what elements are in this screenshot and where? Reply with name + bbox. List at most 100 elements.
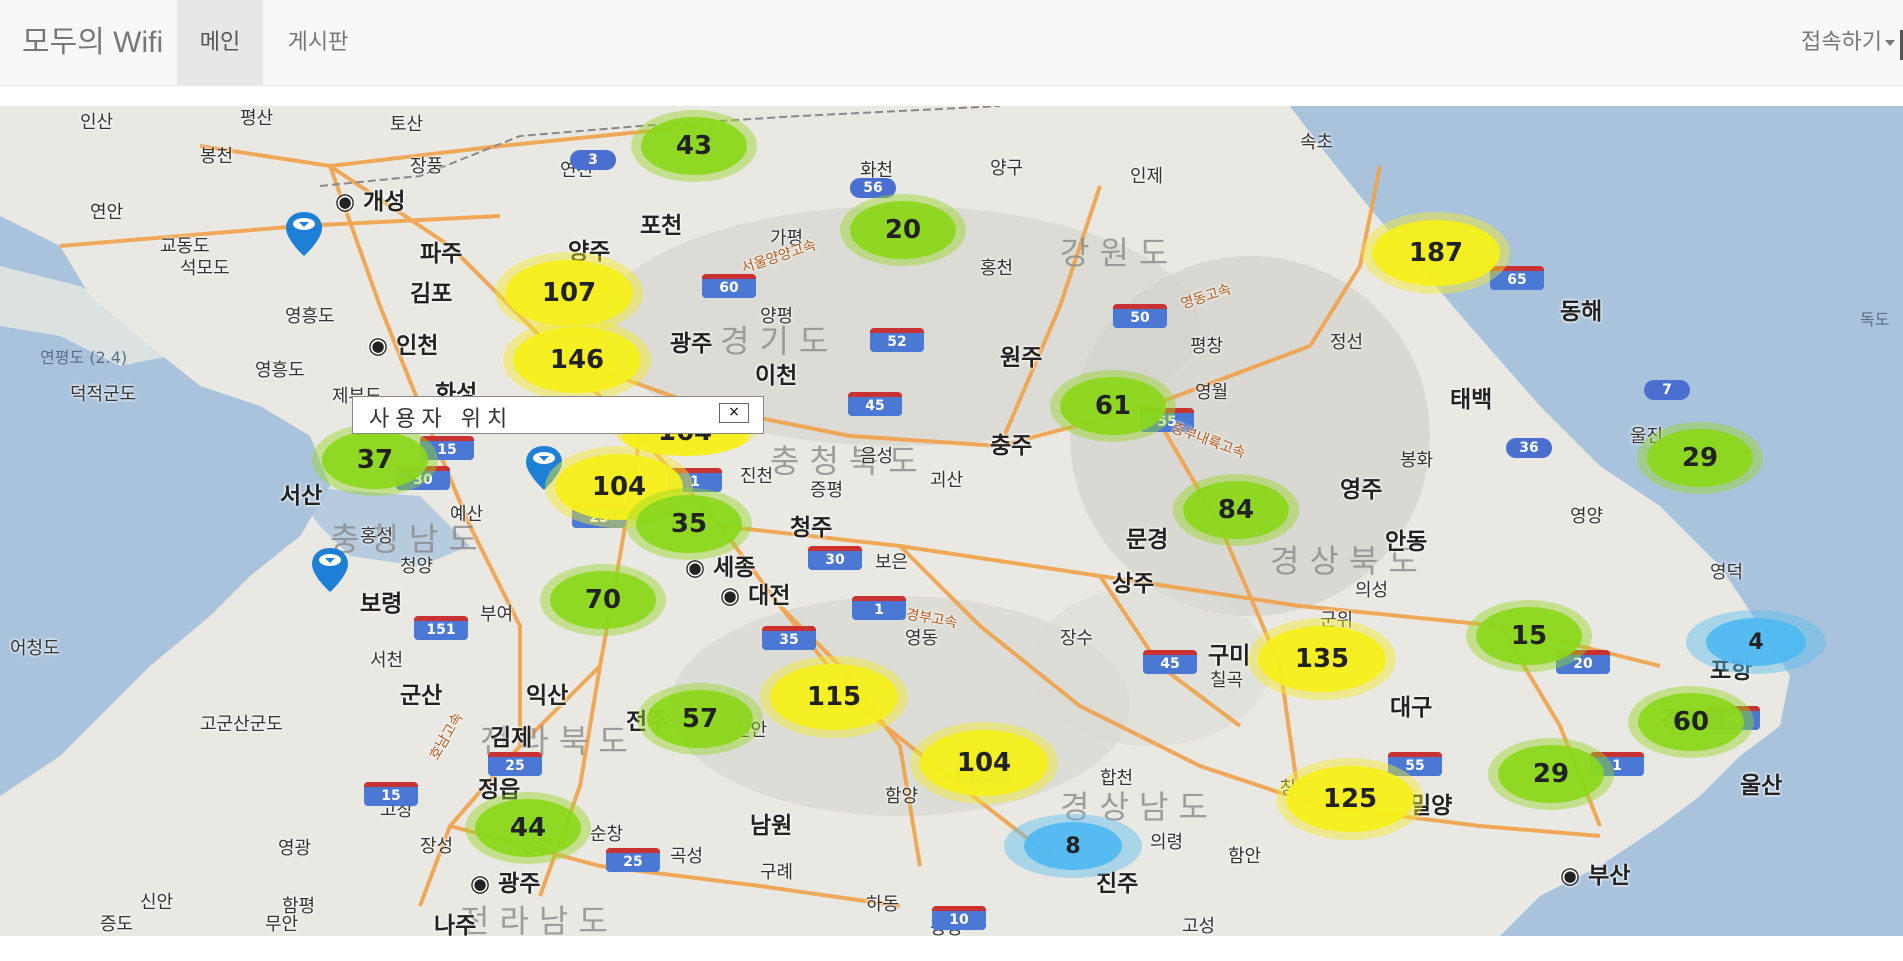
map-view[interactable]: 강원도 경기도 충청북도 충청남도 경상북도 전라북도 경상남도 전라남도 ◉ … xyxy=(0,106,1903,936)
place-label: 포천 xyxy=(640,213,683,239)
highway-shield: 3 xyxy=(570,150,616,170)
province-label: 충청북도 xyxy=(770,442,928,480)
cluster-marker[interactable]: 44 xyxy=(465,792,591,864)
place-label: 광주 xyxy=(670,331,713,357)
sea-label: 독도 xyxy=(1860,310,1890,329)
place-label: 함양 xyxy=(885,786,919,807)
highway-shield: 45 xyxy=(848,392,902,416)
cluster-marker[interactable]: 84 xyxy=(1173,474,1299,546)
province-label: 강원도 xyxy=(1060,234,1179,272)
connect-dropdown[interactable]: 접속하기 xyxy=(1801,0,1895,86)
cluster-marker[interactable]: 146 xyxy=(503,319,651,401)
cluster-count: 107 xyxy=(505,260,633,326)
cluster-marker[interactable]: 29 xyxy=(1637,422,1763,494)
nav-tab-board[interactable]: 게시판 xyxy=(285,0,351,86)
city-label: ◉ 인천 xyxy=(368,333,439,359)
place-label: 속초 xyxy=(1300,132,1334,153)
cluster-marker[interactable]: 20 xyxy=(840,194,966,266)
place-label: 충주 xyxy=(990,433,1033,459)
place-label: 고성 xyxy=(1182,916,1216,936)
highway-shield: 1 xyxy=(852,596,906,620)
place-label: 인제 xyxy=(1130,166,1164,187)
top-navbar: 모두의 Wifi 메인 게시판 접속하기 xyxy=(0,0,1903,86)
place-label: 구례 xyxy=(760,862,794,883)
cluster-count: 70 xyxy=(550,571,656,629)
cluster-count: 29 xyxy=(1647,429,1753,487)
place-label: 봉천 xyxy=(200,146,234,167)
cluster-marker[interactable]: 37 xyxy=(312,424,438,496)
place-label: 청주 xyxy=(790,515,833,541)
cluster-marker[interactable]: 29 xyxy=(1488,738,1614,810)
nav-tab-main[interactable]: 메인 xyxy=(177,0,263,86)
brand-logo[interactable]: 모두의 Wifi xyxy=(22,0,163,86)
cluster-count: 115 xyxy=(770,664,898,730)
cluster-count: 146 xyxy=(513,327,641,393)
cluster-marker[interactable]: 70 xyxy=(540,564,666,636)
highway-shield: 35 xyxy=(762,626,816,650)
cluster-marker[interactable]: 43 xyxy=(631,110,757,182)
place-label: 진천 xyxy=(740,466,774,487)
place-label: 익산 xyxy=(526,683,569,709)
place-label: 정선 xyxy=(1330,332,1364,353)
map-marker-icon[interactable] xyxy=(308,546,352,594)
highway-shield: 50 xyxy=(1113,304,1167,328)
place-label: 의령 xyxy=(1150,832,1184,853)
place-label: 합천 xyxy=(1100,768,1134,789)
cluster-marker[interactable]: 35 xyxy=(626,488,752,560)
place-label: 영양 xyxy=(1570,506,1604,527)
cluster-marker[interactable]: 115 xyxy=(760,656,908,738)
place-label: 군산 xyxy=(400,683,443,709)
highway-shield: 60 xyxy=(702,274,756,298)
place-label: 증평 xyxy=(810,480,844,501)
cluster-marker[interactable]: 125 xyxy=(1276,758,1424,840)
close-icon[interactable]: × xyxy=(719,403,749,423)
cluster-count: 44 xyxy=(475,799,581,857)
cluster-count: 84 xyxy=(1183,481,1289,539)
cluster-marker[interactable]: 8 xyxy=(1004,814,1142,878)
place-label: 양평 xyxy=(760,306,794,327)
place-label: 장풍 xyxy=(410,156,444,177)
place-label: 보령 xyxy=(360,591,403,617)
place-label: 장성 xyxy=(420,836,454,857)
cluster-marker[interactable]: 57 xyxy=(637,683,763,755)
place-label: 인산 xyxy=(80,112,114,133)
place-label: 동해 xyxy=(1560,299,1603,325)
place-label: 영흥도 xyxy=(285,306,335,327)
cluster-marker[interactable]: 135 xyxy=(1248,618,1396,700)
cluster-count: 60 xyxy=(1638,693,1744,751)
place-label: 남원 xyxy=(750,813,793,839)
place-label: 봉화 xyxy=(1400,450,1434,471)
highway-shield: 151 xyxy=(414,616,468,640)
cluster-marker[interactable]: 187 xyxy=(1362,212,1510,294)
place-label: 장수 xyxy=(1060,628,1094,649)
user-location-popup: 사용자 위치 × xyxy=(352,396,764,434)
place-label: 토산 xyxy=(390,114,424,135)
cluster-count: 35 xyxy=(636,495,742,553)
highway-shield: 7 xyxy=(1644,380,1690,400)
place-label: 김제 xyxy=(490,725,533,751)
place-label: 홍천 xyxy=(980,258,1014,279)
cluster-count: 57 xyxy=(647,690,753,748)
cluster-count: 15 xyxy=(1476,607,1582,665)
cluster-marker[interactable]: 104 xyxy=(910,722,1058,804)
cluster-marker[interactable]: 4 xyxy=(1686,610,1826,674)
city-label: ◉ 개성 xyxy=(335,189,406,215)
place-label: 홍성 xyxy=(360,526,394,547)
place-label: 안동 xyxy=(1385,529,1428,555)
place-label: 원주 xyxy=(1000,345,1043,371)
place-label: 음성 xyxy=(860,446,894,467)
map-marker-icon[interactable] xyxy=(282,210,326,258)
cluster-count: 43 xyxy=(641,117,747,175)
place-label: 순창 xyxy=(590,824,624,845)
highway-shield: 36 xyxy=(1506,438,1552,458)
place-label: 서산 xyxy=(280,483,323,509)
place-label: 영월 xyxy=(1195,382,1229,403)
cluster-marker[interactable]: 61 xyxy=(1050,370,1176,442)
cluster-marker[interactable]: 15 xyxy=(1466,600,1592,672)
cluster-count: 187 xyxy=(1372,220,1500,286)
cluster-marker[interactable]: 60 xyxy=(1628,686,1754,758)
highway-shield: 25 xyxy=(606,848,660,872)
place-label: 괴산 xyxy=(930,470,964,491)
sea-label: 연평도 (2.4) xyxy=(40,348,128,367)
city-label: ◉ 부산 xyxy=(1560,863,1631,889)
